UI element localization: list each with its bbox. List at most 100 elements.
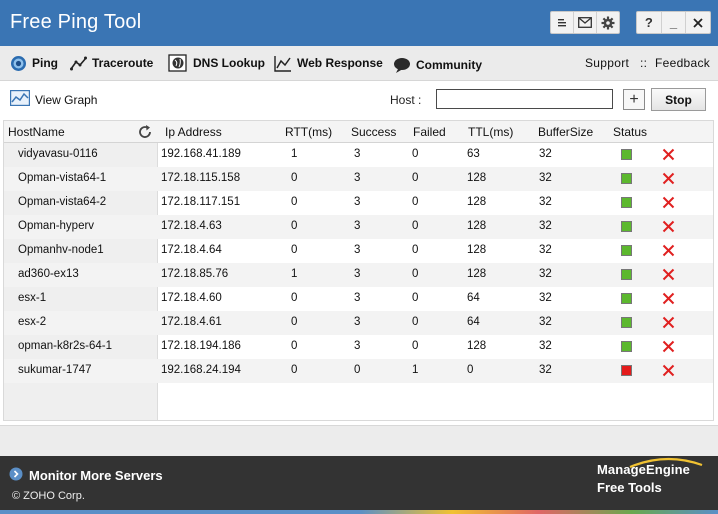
column-header-status[interactable]: Status [613, 125, 647, 139]
delete-icon[interactable] [662, 292, 675, 305]
cell-rtt: 1 [291, 148, 298, 160]
graph-icon [10, 90, 30, 109]
notes-button[interactable] [551, 12, 574, 33]
nav-bar: Ping Traceroute DNS Lookup Web Response … [0, 46, 718, 81]
column-header-failed[interactable]: Failed [413, 125, 446, 139]
title-tools-group [550, 11, 620, 34]
cell-failed: 0 [412, 148, 419, 160]
cell-failed: 0 [412, 172, 419, 184]
delete-icon[interactable] [662, 268, 675, 281]
cell-hostname: Opman-hyperv [18, 220, 95, 232]
notes-icon [558, 18, 566, 26]
brand-logo: ManageEngine Free Tools [597, 462, 690, 495]
cell-rtt: 0 [291, 220, 298, 232]
table-row[interactable]: opman-k8r2s-64-1 172.18.194.186 0 3 0 128 32 [4, 335, 713, 359]
monitor-more-servers-link[interactable]: Monitor More Servers [9, 467, 163, 484]
cell-hostname: esx-1 [18, 292, 47, 304]
cell-ttl: 128 [467, 220, 487, 232]
copyright: © ZOHO Corp. [12, 490, 85, 502]
table-row[interactable]: vidyavasu-0116 192.168.41.189 1 3 0 63 32 [4, 143, 713, 167]
stop-button[interactable]: Stop [651, 88, 706, 111]
nav-web-response[interactable]: Web Response [274, 52, 383, 74]
cell-rtt: 0 [291, 316, 298, 328]
delete-icon[interactable] [662, 148, 675, 161]
cell-ttl: 128 [467, 244, 487, 256]
cell-hostname: opman-k8r2s-64-1 [18, 340, 112, 352]
nav-dns-lookup[interactable]: DNS Lookup [168, 52, 265, 74]
cell-failed: 0 [412, 292, 419, 304]
delete-icon[interactable] [662, 172, 675, 185]
cell-success: 3 [354, 148, 361, 160]
nav-web-response-label: Web Response [297, 56, 383, 70]
table-row[interactable]: Opman-vista64-1 172.18.115.158 0 3 0 128 32 [4, 167, 713, 191]
column-header-buffersize[interactable]: BufferSize [538, 125, 593, 139]
cell-ttl: 128 [467, 196, 487, 208]
status-indicator [621, 149, 632, 160]
status-indicator [621, 173, 632, 184]
mail-icon [578, 17, 592, 28]
table-row[interactable]: esx-2 172.18.4.61 0 3 0 64 32 [4, 311, 713, 335]
host-label: Host : [390, 93, 422, 107]
settings-button[interactable] [597, 12, 619, 33]
cell-ip: 172.18.85.76 [161, 268, 229, 280]
delete-icon[interactable] [662, 364, 675, 377]
close-button[interactable] [686, 12, 710, 33]
support-link[interactable]: Support [585, 56, 629, 70]
delete-icon[interactable] [662, 316, 675, 329]
cell-rtt: 0 [291, 172, 298, 184]
cell-hostname: Opmanhv-node1 [18, 244, 104, 256]
minimize-button[interactable]: _ [662, 12, 687, 33]
table-row[interactable]: esx-1 172.18.4.60 0 3 0 64 32 [4, 287, 713, 311]
delete-icon[interactable] [662, 340, 675, 353]
cell-buffer: 32 [539, 220, 552, 232]
cell-rtt: 0 [291, 292, 298, 304]
traceroute-icon [70, 56, 87, 71]
table-row[interactable]: Opmanhv-node1 172.18.4.64 0 3 0 128 32 [4, 239, 713, 263]
cell-rtt: 0 [291, 244, 298, 256]
host-input[interactable] [436, 89, 613, 109]
cell-ttl: 128 [467, 340, 487, 352]
help-button[interactable]: ? [637, 12, 662, 33]
nav-ping[interactable]: Ping [10, 52, 58, 74]
cell-success: 0 [354, 364, 361, 376]
table-row[interactable]: Opman-vista64-2 172.18.117.151 0 3 0 128 32 [4, 191, 713, 215]
delete-icon[interactable] [662, 196, 675, 209]
cell-hostname: Opman-vista64-2 [18, 196, 107, 208]
cell-hostname: esx-2 [18, 316, 47, 328]
cell-success: 3 [354, 220, 361, 232]
bottom-color-strip [0, 510, 718, 514]
footer-strip [0, 425, 718, 456]
gear-icon [601, 16, 615, 29]
feedback-link[interactable]: Feedback [655, 56, 710, 70]
nav-community[interactable]: Community [393, 54, 482, 76]
cell-hostname: Opman-vista64-1 [18, 172, 107, 184]
delete-icon[interactable] [662, 220, 675, 233]
column-header-rtt[interactable]: RTT(ms) [285, 125, 332, 139]
table-row[interactable]: Opman-hyperv 172.18.4.63 0 3 0 128 32 [4, 215, 713, 239]
column-header-success[interactable]: Success [351, 125, 396, 139]
mail-button[interactable] [574, 12, 597, 33]
delete-icon[interactable] [662, 244, 675, 257]
column-header-ttl[interactable]: TTL(ms) [468, 125, 513, 139]
view-graph-button[interactable]: View Graph [10, 90, 97, 109]
column-header-hostname[interactable]: HostName [8, 125, 65, 139]
window-controls-group: ? _ [636, 11, 711, 34]
cell-failed: 0 [412, 268, 419, 280]
cell-ip: 172.18.4.61 [161, 316, 222, 328]
table-row[interactable]: ad360-ex13 172.18.85.76 1 3 0 128 32 [4, 263, 713, 287]
arrow-right-circle-icon [9, 467, 23, 484]
cell-failed: 0 [412, 244, 419, 256]
close-icon [693, 17, 703, 28]
brand-name: ManageEngine [597, 462, 690, 477]
cell-rtt: 1 [291, 268, 298, 280]
title-bar: Free Ping Tool ? _ [0, 0, 718, 46]
status-indicator [621, 293, 632, 304]
status-indicator [621, 221, 632, 232]
status-indicator [621, 197, 632, 208]
column-header-ip-address[interactable]: Ip Address [165, 125, 222, 139]
table-row[interactable]: sukumar-1747 192.168.24.194 0 0 1 0 32 [4, 359, 713, 383]
add-host-button[interactable]: + [623, 89, 645, 110]
nav-traceroute[interactable]: Traceroute [70, 52, 153, 74]
results-table: HostName Ip Address RTT(ms) Success Fail… [3, 120, 714, 421]
refresh-icon[interactable] [137, 124, 153, 143]
